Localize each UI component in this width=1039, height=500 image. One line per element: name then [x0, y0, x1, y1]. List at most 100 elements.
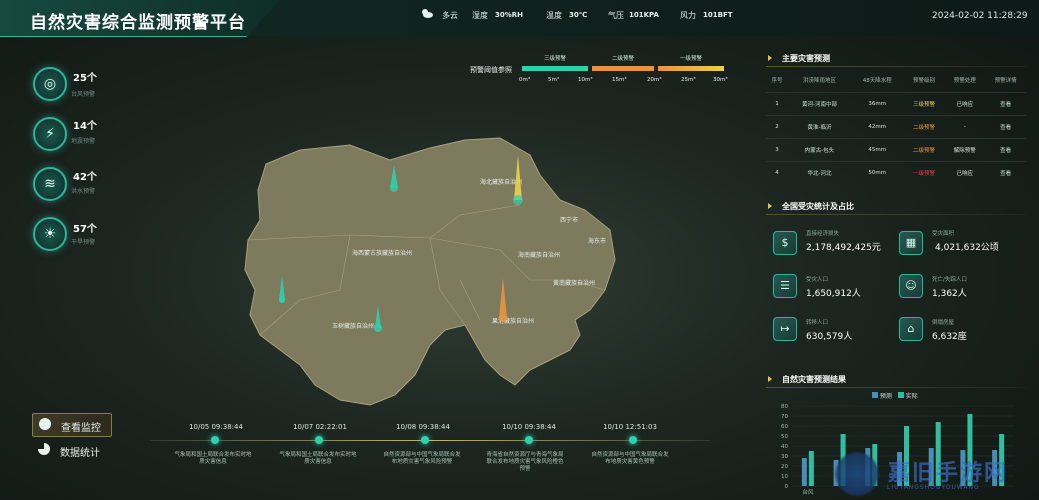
stat-value: 4,021,632公顷 — [935, 243, 999, 253]
stat-label: 直接经济损失 — [806, 231, 840, 237]
region-label: 海西蒙古族藏族自治州 — [352, 249, 412, 257]
view-detail-link[interactable]: 查看 — [985, 93, 1026, 116]
row-level: 三级预警 — [912, 102, 935, 108]
table-row[interactable]: 1 黄河-河南中部 36mm 三级预警 已响应 查看 — [766, 92, 1026, 116]
earthquake-count: 14个 — [73, 121, 97, 132]
drought-count: 57个 — [73, 224, 97, 235]
legend-tick: 30m³ — [713, 77, 728, 83]
drought-label: 干旱预警 — [71, 239, 96, 246]
legend-tick: 0m³ — [519, 77, 531, 83]
row-no: 3 — [775, 147, 779, 153]
data-stats-button[interactable]: 数据统计 — [32, 439, 110, 461]
row-region: 华北-河北 — [807, 171, 832, 177]
stat-label: 倒塌房屋 — [932, 320, 955, 326]
table-row[interactable]: 4 华北-河北 50mm 一级预警 已响应 查看 — [766, 161, 1026, 185]
col-header: 洪涝降雨地区 — [803, 78, 837, 84]
region-label: 黄南藏族自治州 — [553, 279, 595, 287]
legend-tick: 15m³ — [612, 77, 627, 83]
panel-arrow-icon — [768, 203, 772, 209]
evacuation-icon: ↦ — [773, 317, 797, 341]
row-level: 二级预警 — [912, 148, 935, 154]
camera-icon — [39, 418, 51, 430]
watermark-text: LIUYANGSHOUYOUWANG — [887, 484, 980, 491]
timeline-dot[interactable] — [315, 436, 323, 444]
view-detail-link[interactable]: 查看 — [985, 139, 1026, 162]
temperature-label: 温度 — [546, 11, 562, 20]
timeline-dot[interactable] — [525, 436, 533, 444]
qinghai-map[interactable]: 海北藏族自治州 西宁市 海东市 海西蒙古族藏族自治州 海南藏族自治州 黄南藏族自… — [230, 130, 630, 415]
timeline-text: 青海省自然资源厅与青海气象局联合发布地质灾害气象风险橙色预警 — [486, 452, 564, 472]
table-row[interactable]: 3 内蒙古-包头 45mm 二级预警 解除预警 查看 — [766, 138, 1026, 162]
view-monitor-button[interactable]: 查看监控 — [32, 413, 112, 437]
row-level: 二级预警 — [912, 125, 935, 131]
table-row[interactable]: 2 黄淮-临沂 42mm 二级预警 - 查看 — [766, 115, 1026, 139]
timeline-dot[interactable] — [421, 436, 429, 444]
timeline-date: 10/10 12:51:03 — [603, 423, 657, 431]
region-label: 玉树藏族自治州 — [332, 322, 374, 330]
drought-icon[interactable]: ☀ — [33, 217, 67, 251]
legend-level-2: 二级预警 — [611, 56, 634, 62]
y-tick-label: 80 — [781, 404, 788, 410]
flood-icon[interactable]: ≋ — [33, 167, 67, 201]
stat-label: 转移人口 — [806, 320, 829, 326]
timeline-text: 自然资源部与中国气象局联合发布地质灾害黄色预警 — [591, 452, 669, 465]
page-title: 自然灾害综合监测预警平台 — [30, 13, 246, 33]
people-icon: ☰ — [773, 274, 797, 298]
row-status: 已响应 — [956, 102, 974, 108]
y-tick-label: 70 — [781, 414, 788, 420]
typhoon-count: 25个 — [73, 73, 97, 84]
row-region: 黄河-河南中部 — [802, 102, 838, 108]
money-bag-icon: $ — [773, 231, 797, 255]
typhoon-icon[interactable]: ◎ — [33, 67, 67, 101]
col-header: 预警详情 — [994, 78, 1017, 84]
timeline-text: 气象局和国土局联合发布实时地质灾害信息 — [279, 452, 357, 465]
province-outline[interactable] — [244, 137, 616, 406]
missing-person-icon: ☺ — [899, 274, 923, 298]
temperature-value: 30℃ — [569, 11, 588, 19]
timeline-date: 10/08 09:38:44 — [396, 423, 450, 431]
pie-chart-icon — [38, 443, 50, 455]
stat-value: 2,178,492,425元 — [806, 243, 881, 253]
cloud-sun-icon — [420, 7, 434, 21]
y-tick-label: 30 — [781, 454, 788, 460]
flood-label: 洪水预警 — [71, 188, 96, 195]
row-rain: 36mm — [868, 101, 887, 107]
view-detail-link[interactable]: 查看 — [985, 116, 1026, 139]
stat-value: 6,632座 — [932, 332, 967, 342]
view-monitor-label: 查看监控 — [61, 423, 101, 434]
datetime-display: 2024-02-02 11:28:29 — [932, 11, 1028, 21]
row-no: 2 — [775, 124, 779, 130]
region-label: 果洛藏族自治州 — [492, 317, 534, 325]
row-no: 4 — [775, 170, 779, 176]
legend-level-1: 一级预警 — [679, 56, 702, 62]
stat-label: 受灾面积 — [932, 231, 955, 237]
y-tick-label: 10 — [781, 474, 788, 480]
legend-title: 预警阈值参照 — [470, 66, 512, 74]
pressure-label: 气压 — [608, 11, 624, 20]
humidity-label: 湿度 — [472, 11, 488, 20]
y-tick-label: 20 — [781, 464, 788, 470]
weather-text: 多云 — [442, 11, 458, 20]
y-tick-label: 60 — [781, 424, 788, 430]
timeline-dot[interactable] — [629, 436, 637, 444]
row-status: - — [963, 124, 966, 130]
col-header: 预警级别 — [912, 78, 935, 84]
view-detail-link[interactable]: 查看 — [985, 162, 1026, 185]
row-rain: 42mm — [868, 124, 887, 130]
timeline-date: 10/05 09:38:44 — [189, 423, 243, 431]
timeline-date: 10/07 02:22:01 — [293, 423, 347, 431]
legend-tick: 10m³ — [578, 77, 593, 83]
legend-tick: 25m³ — [681, 77, 696, 83]
col-header: 序号 — [771, 78, 783, 84]
collapsed-house-icon: ⌂ — [899, 317, 923, 341]
earthquake-icon[interactable]: ⚡ — [33, 117, 67, 151]
panel-arrow-icon — [768, 55, 772, 61]
timeline-text: 自然资源部与中国气象局联合发布地质灾害气象风险预警 — [383, 452, 461, 465]
row-rain: 45mm — [868, 147, 887, 153]
legend-tick: 5m³ — [548, 77, 560, 83]
legend-bar-orange — [592, 66, 654, 71]
legend-tick: 20m³ — [647, 77, 662, 83]
timeline-dot[interactable] — [211, 436, 219, 444]
col-header: 预警处理 — [953, 78, 976, 84]
chart-panel-title: 自然灾害预测结果 — [782, 375, 846, 384]
